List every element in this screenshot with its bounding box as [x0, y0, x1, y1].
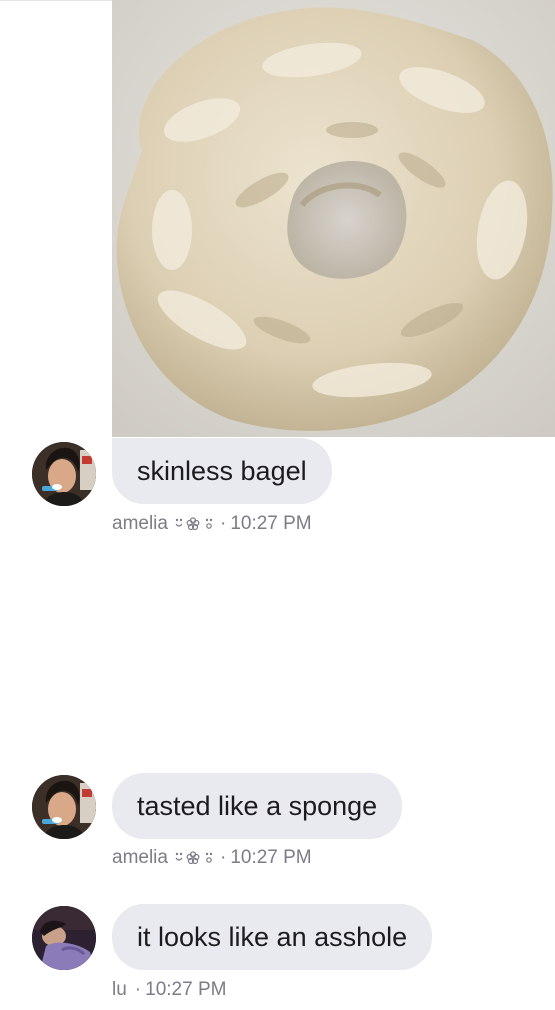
message-time: 10:27 PM [230, 513, 312, 534]
top-divider [0, 0, 112, 1]
message-meta: amelia · 10:27 PM [112, 513, 312, 535]
message-meta: lu · 10:27 PM [112, 979, 226, 1001]
sender-name: amelia [112, 847, 168, 868]
message-text: it looks like an asshole [137, 921, 408, 952]
message-time: 10:27 PM [145, 979, 227, 1000]
meta-separator: · [134, 979, 142, 1000]
meta-separator: · [219, 513, 227, 534]
message-text: skinless bagel [137, 455, 307, 486]
message-bubble[interactable]: skinless bagel [112, 438, 332, 504]
shared-photo-bagel[interactable] [112, 0, 555, 437]
message-bubble[interactable]: it looks like an asshole [112, 904, 433, 970]
message-bubble[interactable]: tasted like a sponge [112, 773, 403, 839]
meta-separator: · [219, 847, 227, 868]
avatar-amelia[interactable] [32, 442, 96, 506]
sender-name: amelia [112, 513, 168, 534]
avatar-lu[interactable] [32, 906, 96, 970]
avatar-amelia[interactable] [32, 775, 96, 839]
flower-emoji-icon [174, 851, 214, 865]
message-meta: amelia · 10:27 PM [112, 847, 312, 869]
message-text: tasted like a sponge [137, 790, 378, 821]
message-time: 10:27 PM [230, 847, 312, 868]
flower-emoji-icon [174, 517, 214, 531]
sender-name: lu [112, 979, 127, 1000]
